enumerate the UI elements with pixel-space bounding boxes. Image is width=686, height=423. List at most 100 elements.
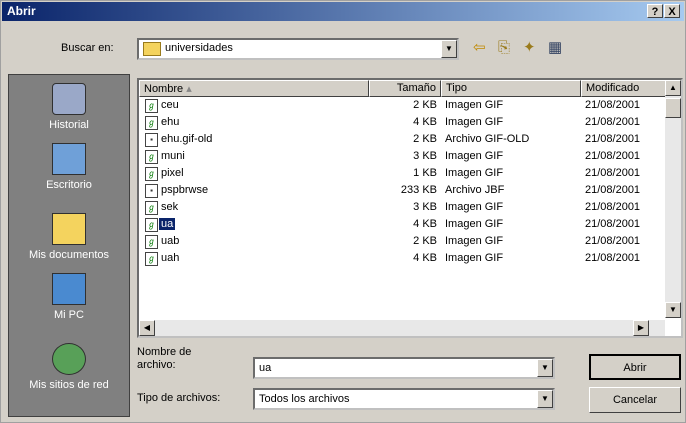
generic-file-icon: ▪ [145,184,158,198]
file-name: sek [161,201,179,213]
filetype-label: Tipo de archivos: [137,392,221,404]
filename-label-line2: archivo: [137,359,176,371]
file-row[interactable]: ℊ uab 2 KB Imagen GIF 21/08/2001 [139,234,667,251]
chevron-down-icon[interactable]: ▼ [537,390,553,408]
look-in-combo[interactable]: universidades ▼ [137,38,459,60]
file-row[interactable]: ▪ pspbrwse 233 KB Archivo JBF 21/08/2001 [139,183,667,200]
history-icon [52,83,86,115]
file-type: Archivo GIF-OLD [445,133,530,145]
place-my-documents[interactable]: Mis documentos [9,213,129,261]
file-row[interactable]: ℊ ceu 2 KB Imagen GIF 21/08/2001 [139,98,667,115]
file-type: Imagen GIF [445,150,504,162]
new-folder-icon[interactable]: ✦ [523,39,536,57]
place-label: Mis sitios de red [29,379,109,391]
file-row[interactable]: ℊ sek 3 KB Imagen GIF 21/08/2001 [139,200,667,217]
chevron-down-icon[interactable]: ▼ [537,359,553,377]
place-history[interactable]: Historial [9,83,129,131]
file-modified: 21/08/2001 [585,116,641,128]
file-name: ehu.gif-old [161,133,213,145]
horizontal-scrollbar[interactable]: ◀ ▶ [139,320,665,336]
column-size[interactable]: Tamaño [369,80,441,97]
back-icon[interactable]: ⇦ [473,39,486,57]
file-type: Imagen GIF [445,167,504,179]
file-name: muni [161,150,185,162]
scroll-up-icon[interactable]: ▲ [665,80,681,96]
up-folder-icon[interactable]: ⎘ [498,39,510,57]
column-name[interactable]: Nombre ▴ [139,80,369,97]
open-dialog: Abrir ? X Buscar en: universidades ▼ ⇦ ⎘… [0,0,686,423]
place-label: Historial [49,119,89,131]
filetype-select[interactable]: Todos los archivos ▼ [253,388,555,410]
view-menu-icon[interactable]: ▦ [548,39,562,57]
gif-file-icon: ℊ [145,252,158,266]
look-in-value: universidades [165,42,233,54]
gif-file-icon: ℊ [145,218,158,232]
file-modified: 21/08/2001 [585,235,641,247]
desktop-icon [52,143,86,175]
file-row[interactable]: ℊ muni 3 KB Imagen GIF 21/08/2001 [139,149,667,166]
vertical-scrollbar[interactable]: ▲ ▼ [665,80,681,318]
file-size: 3 KB [413,201,437,213]
title-bar: Abrir ? X [2,2,684,21]
gif-file-icon: ℊ [145,150,158,164]
file-name: ehu [161,116,180,128]
sort-arrow-icon: ▴ [186,83,192,95]
column-modified[interactable]: Modificado [581,80,667,97]
file-modified: 21/08/2001 [585,252,641,264]
scroll-down-icon[interactable]: ▼ [665,302,681,318]
file-modified: 21/08/2001 [585,184,641,196]
file-name: uah [161,252,180,264]
filename-label: Nombre de archivo: [137,346,191,372]
file-type: Imagen GIF [445,116,504,128]
file-row[interactable]: ℊ pixel 1 KB Imagen GIF 21/08/2001 [139,166,667,183]
file-size: 1 KB [413,167,437,179]
file-row-selected[interactable]: ℊ ua 4 KB Imagen GIF 21/08/2001 [139,217,667,234]
scroll-right-icon[interactable]: ▶ [633,320,649,336]
file-row[interactable]: ℊ uah 4 KB Imagen GIF 21/08/2001 [139,251,667,268]
close-button[interactable]: X [664,4,680,18]
column-name-label: Nombre [144,83,184,95]
filename-value: ua [259,362,272,374]
file-size: 4 KB [413,252,437,264]
file-modified: 21/08/2001 [585,218,641,230]
file-type: Imagen GIF [445,252,504,264]
gif-file-icon: ℊ [145,201,158,215]
file-row[interactable]: ℊ ehu 4 KB Imagen GIF 21/08/2001 [139,115,667,132]
file-size: 2 KB [413,235,437,247]
file-list[interactable]: Nombre ▴ Tamaño Tipo Modificado ℊ ceu 2 KB… [137,78,683,338]
column-type[interactable]: Tipo [441,80,581,97]
file-modified: 21/08/2001 [585,133,641,145]
help-button[interactable]: ? [647,4,663,18]
place-label: Mis documentos [28,249,110,261]
gif-file-icon: ℊ [145,235,158,249]
look-in-label: Buscar en: [61,42,114,54]
chevron-down-icon[interactable]: ▼ [441,40,457,58]
filename-label-line1: Nombre de [137,346,192,358]
cancel-button[interactable]: Cancelar [589,387,681,413]
file-size: 4 KB [413,218,437,230]
file-size: 3 KB [413,150,437,162]
file-name: pspbrwse [161,184,209,196]
folder-icon [143,42,161,56]
filetype-value: Todos los archivos [259,393,350,405]
file-type: Imagen GIF [445,235,504,247]
file-size: 233 KB [400,184,437,196]
file-size: 2 KB [413,99,437,111]
place-network[interactable]: Mis sitios de red [9,343,129,391]
file-size: 4 KB [413,116,437,128]
place-desktop[interactable]: Escritorio [9,143,129,191]
gif-file-icon: ℊ [145,116,158,130]
vertical-scroll-thumb[interactable] [665,98,681,118]
scroll-left-icon[interactable]: ◀ [139,320,155,336]
file-row[interactable]: ▪ ehu.gif-old 2 KB Archivo GIF-OLD 21/08/200… [139,132,667,149]
place-my-computer[interactable]: Mi PC [9,273,129,321]
filename-input[interactable]: ua ▼ [253,357,555,379]
file-size: 2 KB [413,133,437,145]
open-button[interactable]: Abrir [589,354,681,380]
file-name: uab [161,235,180,247]
file-type: Imagen GIF [445,99,504,111]
my-documents-icon [52,213,86,245]
dialog-title: Abrir [7,4,36,18]
my-computer-icon [52,273,86,305]
places-bar: Historial Escritorio Mis documentos Mi P… [8,74,130,417]
